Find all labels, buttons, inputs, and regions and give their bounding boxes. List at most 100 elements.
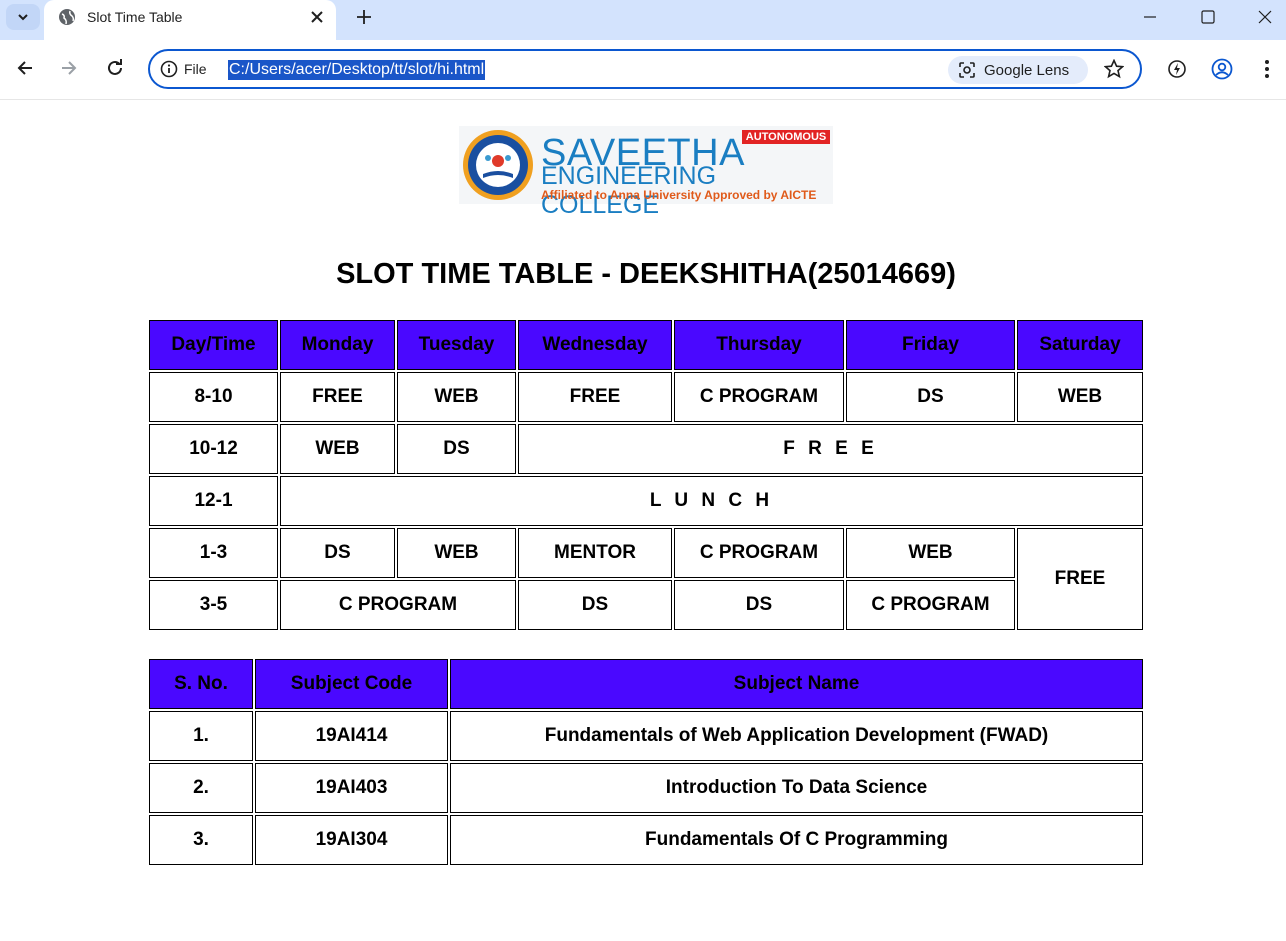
college-emblem (463, 130, 533, 200)
subject-code: 19AI304 (255, 815, 448, 865)
slot-cell: DS (280, 528, 395, 578)
google-lens-button[interactable]: Google Lens (948, 56, 1088, 84)
table-row: 12-1 L U N C H (149, 476, 1143, 526)
table-row: 3. 19AI304 Fundamentals Of C Programming (149, 815, 1143, 865)
subjects-table: S. No. Subject Code Subject Name 1. 19AI… (147, 657, 1145, 867)
subjects-header-row: S. No. Subject Code Subject Name (149, 659, 1143, 709)
page-title: SLOT TIME TABLE - DEEKSHITHA(25014669) (336, 258, 956, 290)
table-row: 1. 19AI414 Fundamentals of Web Applicati… (149, 711, 1143, 761)
free-span-cell: F R E E (518, 424, 1143, 474)
header-saturday: Saturday (1017, 320, 1143, 370)
close-window-button[interactable] (1253, 6, 1277, 28)
time-slot: 10-12 (149, 424, 278, 474)
profile-button[interactable] (1209, 56, 1235, 82)
slot-cell: C PROGRAM (674, 528, 844, 578)
url-text[interactable]: C:/Users/acer/Desktop/tt/slot/hi.html (228, 60, 486, 80)
table-row: 2. 19AI403 Introduction To Data Science (149, 763, 1143, 813)
lens-label: Google Lens (984, 61, 1070, 79)
minimize-button[interactable] (1138, 6, 1162, 28)
timetable: Day/Time Monday Tuesday Wednesday Thursd… (147, 318, 1145, 632)
header-day-time: Day/Time (149, 320, 278, 370)
table-row: 1-3 DS WEB MENTOR C PROGRAM WEB FREE (149, 528, 1143, 630)
minimize-icon (1144, 16, 1156, 18)
slot-cell: MENTOR (518, 528, 672, 578)
slot-cell: DS (674, 580, 844, 630)
tab-strip: Slot Time Table (0, 0, 1286, 40)
subject-name: Introduction To Data Science (450, 763, 1143, 813)
subject-code: 19AI414 (255, 711, 448, 761)
header-wednesday: Wednesday (518, 320, 672, 370)
arrow-left-icon (17, 61, 32, 75)
slot-cell: C PROGRAM (674, 372, 844, 422)
timetable-header-row: Day/Time Monday Tuesday Wednesday Thursd… (149, 320, 1143, 370)
site-info-button[interactable]: File (160, 60, 207, 78)
header-monday: Monday (280, 320, 395, 370)
site-info-label: File (184, 61, 207, 77)
more-vert-icon (1265, 60, 1269, 78)
performance-button[interactable] (1164, 56, 1190, 82)
subject-sno: 1. (149, 711, 253, 761)
header-friday: Friday (846, 320, 1015, 370)
arrow-right-icon (62, 61, 77, 75)
close-icon (1258, 10, 1272, 24)
maximize-icon (1201, 10, 1215, 24)
header-tuesday: Tuesday (397, 320, 516, 370)
subject-name: Fundamentals of Web Application Developm… (450, 711, 1143, 761)
slot-cell: WEB (846, 528, 1015, 578)
slot-cell: DS (397, 424, 516, 474)
bookmark-button[interactable] (1103, 58, 1125, 84)
header-thursday: Thursday (674, 320, 844, 370)
tab-search-button[interactable] (6, 4, 40, 30)
slot-cell: WEB (397, 372, 516, 422)
time-slot: 3-5 (149, 580, 278, 630)
lunch-cell: L U N C H (280, 476, 1143, 526)
info-icon (160, 60, 178, 78)
back-button[interactable] (11, 54, 39, 82)
active-tab[interactable]: Slot Time Table (44, 0, 336, 40)
address-bar[interactable]: File C:/Users/acer/Desktop/tt/slot/hi.ht… (148, 49, 1142, 89)
slot-cell: WEB (397, 528, 516, 578)
subject-name: Fundamentals Of C Programming (450, 815, 1143, 865)
slot-cell: WEB (1017, 372, 1143, 422)
account-icon (1211, 58, 1233, 80)
time-slot: 12-1 (149, 476, 278, 526)
chevron-down-icon (18, 14, 28, 21)
subject-sno: 3. (149, 815, 253, 865)
plus-icon (357, 10, 371, 24)
header-subject-code: Subject Code (255, 659, 448, 709)
slot-cell: FREE (280, 372, 395, 422)
table-row: 10-12 WEB DS F R E E (149, 424, 1143, 474)
slot-cell: DS (846, 372, 1015, 422)
table-row: 3-5 C PROGRAM DS DS C PROGRAM (149, 580, 1143, 630)
lens-icon (959, 62, 975, 78)
college-logo: AUTONOMOUS SAVEETHA ENGINEERING COLLEGE … (459, 126, 833, 219)
time-slot: 8-10 (149, 372, 278, 422)
globe-icon (59, 9, 75, 25)
logo-affiliation: Affiliated to Anna University Approved b… (541, 188, 817, 202)
header-sno: S. No. (149, 659, 253, 709)
reload-button[interactable] (101, 54, 129, 82)
slot-cell: C PROGRAM (280, 580, 516, 630)
maximize-button[interactable] (1196, 6, 1220, 28)
close-icon (311, 11, 323, 23)
time-slot: 1-3 (149, 528, 278, 578)
autonomous-badge: AUTONOMOUS (742, 130, 830, 144)
slot-cell: WEB (280, 424, 395, 474)
slot-cell: C PROGRAM (846, 580, 1015, 630)
star-icon (1103, 58, 1125, 79)
slot-cell: DS (518, 580, 672, 630)
close-tab-button[interactable] (306, 6, 328, 28)
subject-code: 19AI403 (255, 763, 448, 813)
browser-toolbar: File C:/Users/acer/Desktop/tt/slot/hi.ht… (0, 40, 1286, 100)
forward-button[interactable] (55, 54, 83, 82)
new-tab-button[interactable] (352, 5, 376, 29)
tab-title: Slot Time Table (87, 9, 183, 25)
slot-cell: FREE (1017, 528, 1143, 630)
header-subject-name: Subject Name (450, 659, 1143, 709)
menu-button[interactable] (1254, 56, 1280, 82)
subject-sno: 2. (149, 763, 253, 813)
slot-cell: FREE (518, 372, 672, 422)
reload-icon (108, 59, 122, 75)
table-row: 8-10 FREE WEB FREE C PROGRAM DS WEB (149, 372, 1143, 422)
speed-icon (1168, 60, 1186, 78)
